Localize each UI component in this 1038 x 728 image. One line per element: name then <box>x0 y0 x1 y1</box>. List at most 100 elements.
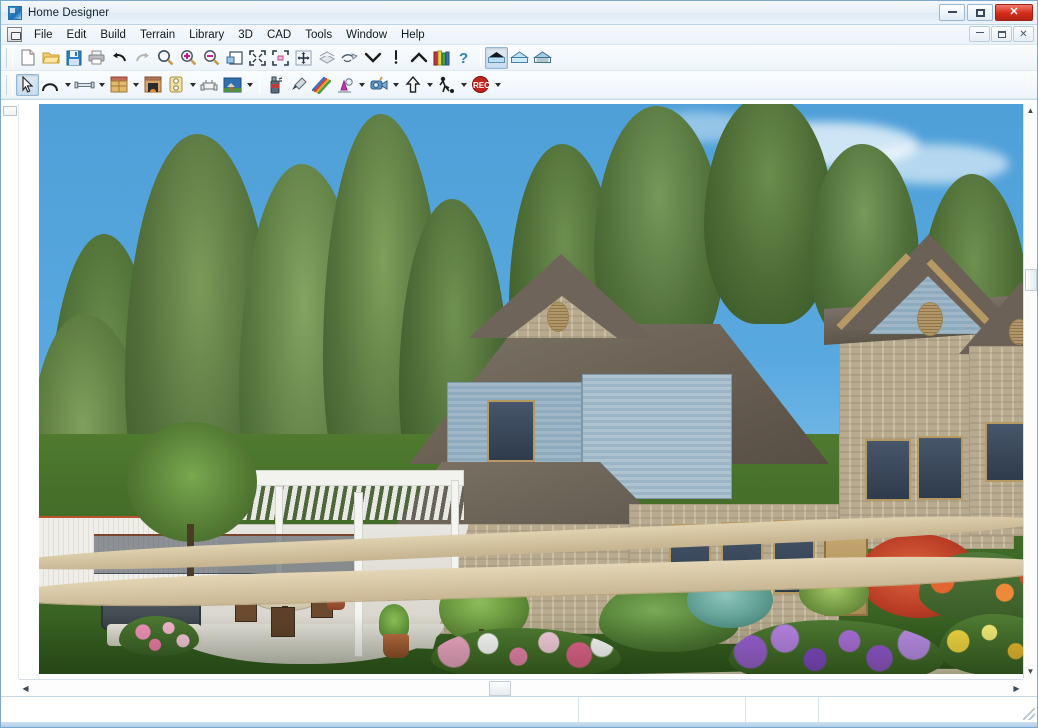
window-bottom-edge <box>1 722 1037 727</box>
primary-toolbar: ? <box>1 45 1037 71</box>
furniture-tool-button[interactable] <box>198 74 221 96</box>
wall-tool-dropdown[interactable] <box>96 74 107 96</box>
electrical-tool-dropdown[interactable] <box>187 74 198 96</box>
help-button[interactable]: ? <box>453 47 476 69</box>
menu-item-cad[interactable]: CAD <box>260 27 298 43</box>
chevron-down-button[interactable] <box>361 47 384 69</box>
horizontal-scrollbar[interactable]: ◀ ▶ <box>19 679 1023 696</box>
lighting-tool-button[interactable] <box>333 74 356 96</box>
camera-view-frame <box>19 104 1023 678</box>
menu-item-library[interactable]: Library <box>182 27 231 43</box>
minimize-icon <box>947 10 957 13</box>
print-button[interactable] <box>85 47 108 69</box>
document-area: ▲ ▼ ◀ ▶ <box>1 99 1037 696</box>
move-up-dropdown[interactable] <box>424 74 435 96</box>
wall-tool-button[interactable] <box>73 74 96 96</box>
svg-text:?: ? <box>459 50 468 66</box>
right-window-a <box>865 439 911 501</box>
menu-item-tools[interactable]: Tools <box>298 27 339 43</box>
mdi-close-button[interactable]: ✕ <box>1013 26 1034 42</box>
resize-grip-icon[interactable] <box>1023 708 1035 720</box>
mdi-close-icon: ✕ <box>1019 28 1028 40</box>
menu-item-help[interactable]: Help <box>394 27 432 43</box>
toolbar-grip-secondary[interactable] <box>6 74 13 95</box>
scroll-right-button[interactable]: ▶ <box>1010 682 1023 695</box>
maximize-icon <box>975 8 985 17</box>
scroll-left-button[interactable]: ◀ <box>19 682 32 695</box>
terrain-tool-dropdown[interactable] <box>244 74 255 96</box>
application-window: Home Designer ✕ File Edit Build Terrain … <box>0 0 1038 728</box>
zoom-in-button[interactable] <box>177 47 200 69</box>
menu-item-file[interactable]: File <box>27 27 60 43</box>
pan-view-button[interactable] <box>292 47 315 69</box>
status-cell-extra <box>819 697 1037 722</box>
save-plan-button[interactable] <box>62 47 85 69</box>
minimize-button[interactable] <box>939 4 965 21</box>
library-browser-button[interactable] <box>430 47 453 69</box>
zoom-window-button[interactable] <box>223 47 246 69</box>
foreground-shadow <box>39 614 1023 674</box>
mdi-restore-button[interactable] <box>991 26 1012 42</box>
fill-window-building-button[interactable] <box>269 47 292 69</box>
pergola-roof <box>224 470 464 486</box>
camera-tool-button[interactable] <box>367 74 390 96</box>
select-objects-button[interactable] <box>16 73 39 96</box>
cabinet-tool-button[interactable] <box>107 74 130 96</box>
scroll-down-button[interactable]: ▼ <box>1024 665 1037 678</box>
full-camera-button[interactable] <box>485 46 508 69</box>
walkthrough-dropdown[interactable] <box>458 74 469 96</box>
upper-window-left <box>487 400 535 462</box>
camera-tool-dropdown[interactable] <box>390 74 401 96</box>
menu-item-3d[interactable]: 3D <box>231 27 260 43</box>
spline-tool-button[interactable] <box>39 74 62 96</box>
document-properties-icon[interactable] <box>7 27 22 42</box>
walkthrough-button[interactable] <box>435 74 458 96</box>
material-sprayer-button[interactable] <box>264 74 287 96</box>
zoom-button[interactable] <box>154 47 177 69</box>
mdi-restore-icon <box>997 30 1006 38</box>
3d-rendered-scene[interactable] <box>39 104 1023 674</box>
fireplace-tool-button[interactable] <box>141 74 164 96</box>
scroll-up-button[interactable]: ▲ <box>1024 104 1037 117</box>
undo-button[interactable] <box>108 47 131 69</box>
toolbar-grip[interactable] <box>6 47 13 68</box>
terrain-tool-button[interactable] <box>221 74 244 96</box>
warning-button[interactable] <box>384 47 407 69</box>
toolbar-separator <box>480 48 481 67</box>
chevron-up-button[interactable] <box>407 47 430 69</box>
maximize-button[interactable] <box>967 4 993 21</box>
menu-item-edit[interactable]: Edit <box>60 27 94 43</box>
window-title: Home Designer <box>28 6 110 19</box>
close-button[interactable]: ✕ <box>995 4 1033 21</box>
floor-down-button[interactable] <box>315 47 338 69</box>
open-plan-button[interactable] <box>39 47 62 69</box>
mdi-minimize-icon <box>975 31 984 33</box>
view-corner-tab[interactable] <box>3 106 17 116</box>
menu-item-terrain[interactable]: Terrain <box>133 27 182 43</box>
vertical-scroll-thumb[interactable] <box>1024 269 1037 291</box>
eyedropper-button[interactable] <box>287 74 310 96</box>
new-plan-button[interactable] <box>16 47 39 69</box>
fill-window-button[interactable] <box>246 47 269 69</box>
horizontal-scroll-thumb[interactable] <box>489 680 511 696</box>
record-button[interactable]: REC <box>469 74 492 96</box>
menu-item-build[interactable]: Build <box>93 27 133 43</box>
elevation-view-button[interactable] <box>531 47 554 69</box>
vertical-scrollbar[interactable]: ▲ ▼ <box>1023 104 1037 678</box>
spline-tool-dropdown[interactable] <box>62 74 73 96</box>
status-cell-coordinates <box>579 697 746 722</box>
reference-display-button[interactable] <box>338 47 361 69</box>
menu-item-window[interactable]: Window <box>339 27 394 43</box>
zoom-out-button[interactable] <box>200 47 223 69</box>
material-list-button[interactable] <box>310 74 333 96</box>
dormer-vent <box>547 302 569 332</box>
mdi-minimize-button[interactable] <box>969 26 990 42</box>
lighting-tool-dropdown[interactable] <box>356 74 367 96</box>
redo-button[interactable] <box>131 47 154 69</box>
move-up-button[interactable] <box>401 74 424 96</box>
gable-vent-far-right <box>1009 319 1023 345</box>
glass-house-button[interactable] <box>508 47 531 69</box>
electrical-tool-button[interactable] <box>164 74 187 96</box>
record-dropdown[interactable] <box>492 74 503 96</box>
cabinet-tool-dropdown[interactable] <box>130 74 141 96</box>
